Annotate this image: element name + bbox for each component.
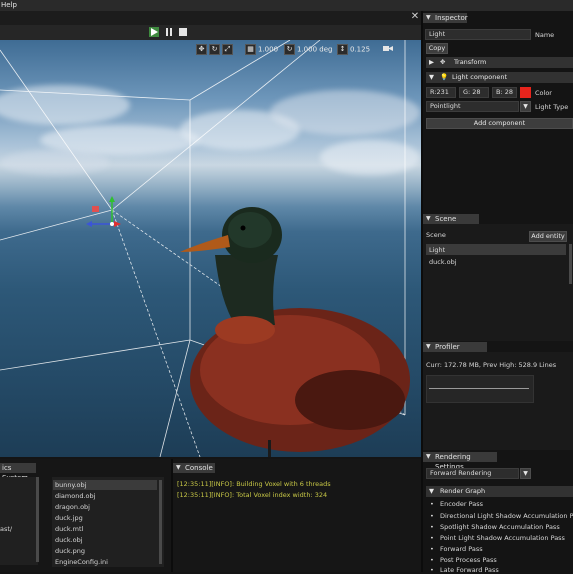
add-component-button[interactable]: Add component [426, 118, 573, 129]
expand-arrow-icon: ▶ [429, 58, 434, 66]
entity-name-input[interactable]: Light [425, 29, 531, 40]
pause-icon[interactable] [164, 27, 174, 37]
folder-tree-item[interactable]: ast/ [0, 525, 12, 533]
render-graph-header[interactable]: ▼ Render Graph [426, 486, 573, 497]
profiler-summary: Curr: 172.78 MB, Prev High: 528.9 Lines [426, 361, 557, 369]
entity-name-label: Name [535, 31, 555, 39]
pass-item[interactable]: Spotlight Shadow Accumulation Pass [430, 523, 560, 531]
scene-overlay [0, 40, 410, 457]
document-tab-strip [0, 11, 421, 25]
scale-snap-value: 1.000 [258, 45, 279, 54]
console-title[interactable]: ▼ Console [173, 463, 215, 473]
move-icon: ✥ [440, 58, 446, 66]
collapse-arrow-icon: ▼ [426, 343, 431, 350]
light-component-header[interactable]: ▼ 💡 Light component [426, 72, 573, 83]
add-entity-button[interactable]: Add entity [529, 231, 567, 242]
pass-item[interactable]: Post Process Pass [430, 556, 497, 564]
menu-help[interactable]: Help [1, 1, 17, 9]
dropdown-arrow-icon[interactable]: ▼ [520, 468, 531, 479]
rotate-snap[interactable]: ↻ 1.000 deg [284, 44, 332, 55]
rotate-snap-icon: ↻ [284, 44, 295, 55]
collapse-arrow-icon: ▼ [176, 464, 181, 471]
camera-speed[interactable]: ↕ 0.125 [337, 44, 370, 55]
rotate-snap-value: 1.000 deg [297, 45, 333, 54]
profiler-title[interactable]: ▼Profiler Window [423, 342, 487, 361]
file-item[interactable]: duck.png [53, 546, 157, 556]
collapse-arrow-icon: ▼ [426, 453, 431, 460]
color-swatch[interactable] [520, 87, 531, 98]
pass-item[interactable]: Directional Light Shadow Accumulation Pa… [430, 512, 573, 520]
scene-graph-title[interactable]: ▼Scene Graph [423, 214, 479, 233]
stop-icon[interactable] [178, 27, 188, 37]
panel-splitter[interactable] [171, 459, 173, 572]
file-item[interactable]: EngineConfig.ini [53, 557, 157, 567]
rendering-settings-title[interactable]: ▼ Rendering Settings [423, 452, 497, 471]
file-item[interactable]: diamond.obj [53, 491, 157, 501]
scene-graph-scrollbar[interactable] [569, 244, 572, 284]
file-system-title[interactable]: ics System [0, 463, 36, 482]
dropdown-arrow-icon[interactable]: ▼ [520, 101, 531, 112]
file-item[interactable]: duck.mtl [53, 524, 157, 534]
color-g-input[interactable]: G: 28 [459, 87, 489, 98]
camera-speed-value: 0.125 [350, 45, 371, 54]
pass-item[interactable]: Point Light Shadow Accumulation Pass [430, 534, 565, 542]
console-line: [12:35:11][INFO]: Building Voxel with 6 … [177, 480, 331, 488]
lightbulb-icon: 💡 [440, 73, 449, 81]
pass-item[interactable]: Late Forward Pass [430, 566, 499, 574]
pass-item[interactable]: Forward Pass [430, 545, 483, 553]
scene-label: Scene [426, 231, 446, 239]
collapse-arrow-icon: ▼ [429, 487, 434, 495]
scene-item-selected-bg [426, 244, 566, 255]
play-icon[interactable] [149, 27, 159, 37]
console-line: [12:35:11][INFO]: Total Voxel index widt… [177, 491, 328, 499]
scale-tool-icon[interactable]: ⤢ [222, 44, 233, 55]
scene-item-light[interactable]: Light [429, 246, 445, 254]
grid-icon: ▦ [245, 44, 256, 55]
memory-graph [426, 375, 534, 403]
transform-header[interactable]: ▶ ✥ Transform [426, 57, 573, 68]
close-icon[interactable]: ✕ [410, 11, 420, 23]
file-item[interactable]: dragon.obj [53, 502, 157, 512]
move-tool-icon[interactable]: ✥ [196, 44, 207, 55]
memory-graph-line [429, 388, 529, 389]
speed-icon: ↕ [337, 44, 348, 55]
light-type-label: Light Type [535, 103, 569, 111]
scene-viewport[interactable]: ✥ ↻ ⤢ ▦ 1.000 ↻ 1.000 deg ↕ 0.125 [0, 40, 421, 457]
copy-button[interactable]: Copy [426, 43, 448, 54]
duck-model [180, 207, 410, 457]
rotate-tool-icon[interactable]: ↻ [209, 44, 220, 55]
collapse-arrow-icon: ▼ [429, 73, 434, 81]
collapse-arrow-icon: ▼ [426, 14, 431, 21]
collapse-arrow-icon: ▼ [426, 215, 431, 222]
file-item[interactable]: duck.jpg [53, 513, 157, 523]
file-item[interactable]: bunny.obj [53, 480, 157, 490]
folder-tree-scrollbar[interactable] [36, 477, 39, 562]
color-r-input[interactable]: R:231 [426, 87, 456, 98]
color-b-input[interactable]: B: 28 [492, 87, 517, 98]
menu-bar: Help [0, 0, 573, 11]
camera-icon[interactable] [383, 44, 393, 55]
file-list-scrollbar[interactable] [159, 480, 162, 564]
folder-tree [0, 477, 38, 565]
transform-tools: ✥ ↻ ⤢ [196, 44, 235, 55]
pass-item[interactable]: Encoder Pass [430, 500, 483, 508]
file-item[interactable]: duck.obj [53, 535, 157, 545]
scene-item-duck[interactable]: duck.obj [429, 258, 457, 266]
play-toolbar [0, 25, 421, 40]
color-label: Color [535, 89, 552, 97]
inspector-title[interactable]: ▼ Inspector [423, 13, 468, 23]
transform-gizmo [86, 196, 121, 227]
light-type-select[interactable]: Pointlight [426, 101, 519, 112]
scale-snap[interactable]: ▦ 1.000 [245, 44, 278, 55]
render-mode-select[interactable]: Forward Rendering [426, 468, 519, 479]
